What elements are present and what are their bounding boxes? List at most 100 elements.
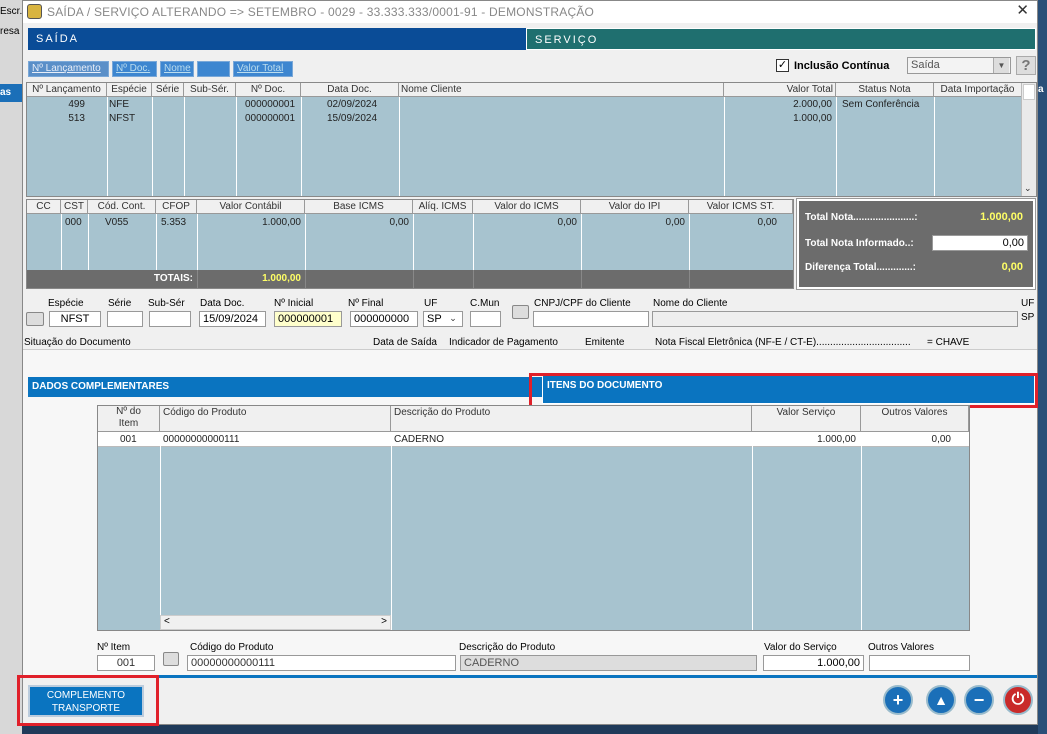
col-header[interactable]: Série <box>152 83 184 97</box>
cell-codigo: 00000000000111 <box>163 434 240 445</box>
cell-outros: 0,00 <box>931 434 951 445</box>
add-icon[interactable]: + <box>883 685 913 715</box>
col-header[interactable]: Código do Produto <box>160 406 391 432</box>
serie-label: Série <box>108 298 132 309</box>
totals-row: TOTAIS: 1.000,00 <box>27 270 793 288</box>
cnpj-input[interactable] <box>533 311 649 327</box>
col-header-line: Item <box>118 418 139 429</box>
order-by-data-button[interactable]: Data <box>197 61 230 77</box>
bottom-divider <box>23 675 1037 678</box>
cell-valor: 1.000,00 <box>817 434 856 445</box>
datadoc-input[interactable]: 15/09/2024 <box>199 311 266 327</box>
chevron-down-icon[interactable]: ▼ <box>993 58 1009 73</box>
nitem-input[interactable]: 001 <box>97 655 155 671</box>
col-header[interactable]: Nº Lançamento <box>27 83 107 97</box>
nfinal-input[interactable]: 000000000 <box>350 311 418 327</box>
col-header[interactable]: Valor Contábil <box>197 200 305 214</box>
col-header[interactable]: Nº do Item <box>98 406 160 432</box>
cell-ndoc: 000000001 <box>245 99 296 110</box>
col-header[interactable]: Nº Doc. <box>236 83 301 97</box>
chevron-down-icon[interactable]: ⌄ <box>1024 183 1032 194</box>
order-by-lancamento-button[interactable]: Nº Lançamento <box>28 61 109 77</box>
horizontal-scrollbar[interactable]: < > <box>160 615 391 630</box>
col-header[interactable]: Descrição do Produto <box>391 406 752 432</box>
nomecliente-input[interactable] <box>652 311 1018 327</box>
printer-icon[interactable] <box>512 305 529 319</box>
help-icon[interactable]: ? <box>1016 56 1036 75</box>
col-header[interactable]: CFOP <box>156 200 197 214</box>
cell-baseicms: 0,00 <box>389 217 409 228</box>
close-icon[interactable]: ✕ <box>1016 1 1029 21</box>
cell-datadoc: 15/09/2024 <box>327 113 378 124</box>
valorservico-input[interactable]: 1.000,00 <box>763 655 864 671</box>
order-by-nome-button[interactable]: Nome <box>160 61 194 77</box>
power-icon[interactable]: ⏻ <box>1003 685 1033 715</box>
total-informado-input[interactable]: 0,00 <box>932 235 1028 251</box>
codigo-input[interactable]: 00000000000111 <box>187 655 456 671</box>
cell-valorcontabil: 1.000,00 <box>262 217 301 228</box>
col-header[interactable]: Alíq. ICMS <box>413 200 473 214</box>
vertical-scrollbar[interactable]: ⌄ <box>1021 83 1036 196</box>
order-by-doc-button[interactable]: Nº Doc. <box>112 61 157 77</box>
indicador-label: Indicador de Pagamento <box>449 337 558 348</box>
inclusao-continua-checkbox[interactable]: ✓ <box>776 59 789 72</box>
chevron-left-icon[interactable]: < <box>164 616 170 627</box>
chevron-down-icon[interactable]: ⌄ <box>446 313 460 325</box>
chevron-right-icon[interactable]: > <box>381 616 387 627</box>
tab-saida[interactable]: SAÍDA <box>28 28 528 50</box>
table-row[interactable]: 001 00000000000111 CADERNO 1.000,00 0,00 <box>98 432 969 447</box>
remove-icon[interactable]: − <box>964 685 994 715</box>
cell-datadoc: 02/09/2024 <box>327 99 378 110</box>
totais-value: 1.000,00 <box>262 273 301 284</box>
bg-tab: as <box>0 84 22 102</box>
nitem-label: Nº Item <box>97 642 131 653</box>
col-header[interactable]: Cód. Cont. <box>88 200 156 214</box>
outrosvalores-label: Outros Valores <box>868 642 934 653</box>
totais-label: TOTAIS: <box>153 273 193 284</box>
totals-panel: Total Nota......................: 1.000,… <box>796 198 1036 290</box>
col-header[interactable]: Sub-Sér. <box>184 83 236 97</box>
background-right-strip: a <box>1038 0 1047 734</box>
subserie-input[interactable] <box>149 311 191 327</box>
cell-ndoc: 000000001 <box>245 113 296 124</box>
printer-icon[interactable] <box>163 652 179 666</box>
scroll-thumb[interactable] <box>1023 84 1035 100</box>
especie-input[interactable]: NFST <box>49 311 101 327</box>
col-header[interactable]: Status Nota <box>836 83 934 97</box>
mode-tabs: SAÍDA SERVIÇO <box>28 28 1036 50</box>
tab-servico[interactable]: SERVIÇO <box>526 28 1036 50</box>
outrosvalores-input[interactable] <box>869 655 970 671</box>
col-header[interactable]: Valor do IPI <box>581 200 689 214</box>
col-header[interactable]: Valor ICMS ST. <box>689 200 793 214</box>
col-header[interactable]: Data Doc. <box>301 83 399 97</box>
col-header[interactable]: Espécie <box>107 83 152 97</box>
serie-input[interactable] <box>107 311 143 327</box>
nfe-label: Nota Fiscal Eletrônica (NF-E / CT-E)....… <box>655 337 911 348</box>
items-table: Nº do Item Código do Produto Descrição d… <box>97 405 970 631</box>
bg-label: a <box>1038 84 1044 95</box>
nomecliente-label: Nome do Cliente <box>653 298 728 309</box>
printer-icon[interactable] <box>26 312 44 326</box>
uf2-label: UF <box>1021 298 1035 309</box>
documents-table: Nº Lançamento Espécie Série Sub-Sér. Nº … <box>26 82 1037 197</box>
col-header[interactable]: Valor do ICMS <box>473 200 581 214</box>
highlight-box <box>529 373 1038 408</box>
cmun-input[interactable] <box>470 311 501 327</box>
cell-item: 001 <box>120 434 137 445</box>
col-header[interactable]: CC <box>27 200 61 214</box>
col-header[interactable]: Valor Total <box>724 83 836 97</box>
col-header[interactable]: Outros Valores <box>861 406 969 432</box>
descricao-input[interactable]: CADERNO <box>460 655 757 671</box>
tab-dados-complementares[interactable]: DADOS COMPLEMENTARES <box>28 377 546 397</box>
ninicial-input[interactable]: 000000001 <box>274 311 342 327</box>
order-by-valor-button[interactable]: Valor Total <box>233 61 293 77</box>
inclusao-continua-label: Inclusão Contínua <box>794 60 890 72</box>
col-header[interactable]: Data Importação <box>934 83 1022 97</box>
cell-lancamento: 513 <box>68 113 85 124</box>
col-header[interactable]: Nome Cliente <box>399 83 724 97</box>
col-header[interactable]: Valor Serviço <box>752 406 861 432</box>
col-header[interactable]: CST <box>61 200 88 214</box>
up-arrow-icon[interactable]: ▲ <box>926 685 956 715</box>
title-bar: SAÍDA / SERVIÇO ALTERANDO => SETEMBRO - … <box>23 1 1037 23</box>
col-header[interactable]: Base ICMS <box>305 200 413 214</box>
